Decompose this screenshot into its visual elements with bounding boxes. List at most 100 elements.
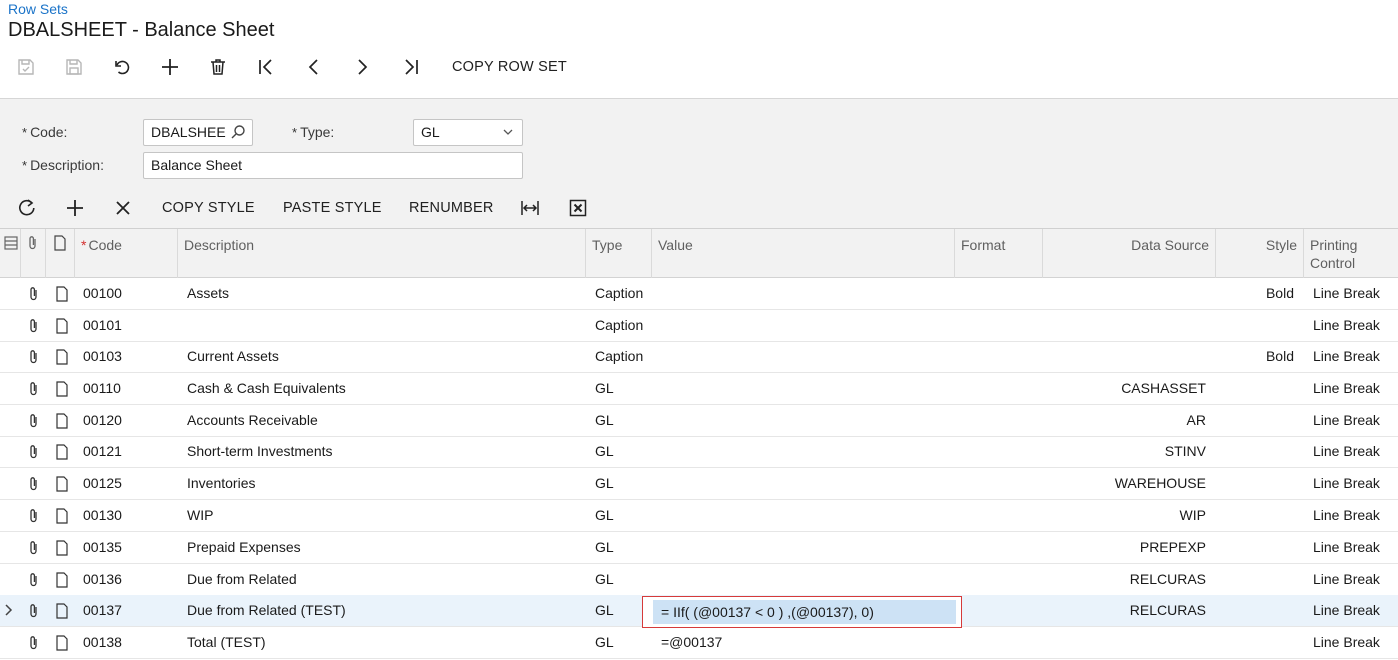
- cell-value[interactable]: [661, 532, 951, 563]
- cell-description[interactable]: Cash & Cash Equivalents: [187, 373, 582, 404]
- save-close-icon[interactable]: [9, 52, 43, 82]
- cell-style[interactable]: [1216, 436, 1294, 467]
- note-icon[interactable]: [55, 508, 69, 524]
- note-icon[interactable]: [55, 413, 69, 429]
- previous-record-icon[interactable]: [297, 52, 331, 82]
- cell-data-source[interactable]: [1043, 341, 1206, 372]
- delete-icon[interactable]: [201, 52, 235, 82]
- cell-code[interactable]: 00103: [83, 341, 173, 372]
- cell-description[interactable]: WIP: [187, 500, 582, 531]
- cell-format[interactable]: [963, 627, 1039, 658]
- next-record-icon[interactable]: [345, 52, 379, 82]
- cell-description[interactable]: Inventories: [187, 468, 582, 499]
- cell-data-source[interactable]: STINV: [1043, 436, 1206, 467]
- note-icon[interactable]: [55, 635, 69, 651]
- cell-description[interactable]: Total (TEST): [187, 627, 582, 658]
- add-row-icon[interactable]: [58, 193, 92, 223]
- type-column-header[interactable]: Type: [586, 229, 652, 278]
- cell-type[interactable]: Caption: [595, 278, 650, 309]
- cell-format[interactable]: [963, 468, 1039, 499]
- table-row[interactable]: 00103 Current Assets Caption Bold Line Break: [0, 341, 1398, 373]
- table-row[interactable]: 00138 Total (TEST) GL =@00137 Line Break: [0, 627, 1398, 659]
- table-row[interactable]: 00101 Caption Line Break: [0, 310, 1398, 342]
- description-column-header[interactable]: Description: [178, 229, 586, 278]
- breadcrumb-row-sets[interactable]: Row Sets: [8, 1, 68, 17]
- cell-format[interactable]: [963, 341, 1039, 372]
- cell-code[interactable]: 00121: [83, 436, 173, 467]
- cell-format[interactable]: [963, 595, 1039, 626]
- cell-printing[interactable]: Line Break: [1313, 500, 1397, 531]
- cell-type[interactable]: Caption: [595, 310, 650, 341]
- cell-format[interactable]: [963, 500, 1039, 531]
- note-icon[interactable]: [55, 381, 69, 397]
- paperclip-icon[interactable]: [27, 572, 41, 588]
- cell-data-source[interactable]: PREPEXP: [1043, 532, 1206, 563]
- cell-description[interactable]: Assets: [187, 278, 582, 309]
- cell-code[interactable]: 00135: [83, 532, 173, 563]
- refresh-icon[interactable]: [10, 193, 44, 223]
- paperclip-icon[interactable]: [27, 476, 41, 492]
- cell-type[interactable]: GL: [595, 627, 650, 658]
- cell-value[interactable]: [661, 341, 951, 372]
- cell-style[interactable]: [1216, 500, 1294, 531]
- cell-value[interactable]: [661, 564, 951, 595]
- table-row[interactable]: 00135 Prepaid Expenses GL PREPEXP Line Break: [0, 532, 1398, 564]
- cell-printing[interactable]: Line Break: [1313, 436, 1397, 467]
- table-settings-icon[interactable]: [4, 235, 18, 251]
- code-column-header[interactable]: * Code: [75, 229, 178, 278]
- copy-row-set-button[interactable]: COPY ROW SET: [452, 52, 567, 82]
- cell-code[interactable]: 00136: [83, 564, 173, 595]
- paperclip-icon[interactable]: [27, 318, 41, 334]
- paperclip-icon[interactable]: [27, 413, 41, 429]
- note-icon[interactable]: [55, 349, 69, 365]
- table-row[interactable]: 00130 WIP GL WIP Line Break: [0, 500, 1398, 532]
- table-row[interactable]: 00120 Accounts Receivable GL AR Line Break: [0, 405, 1398, 437]
- cell-style[interactable]: [1216, 468, 1294, 499]
- note-icon[interactable]: [55, 476, 69, 492]
- paste-style-button[interactable]: PASTE STYLE: [283, 193, 382, 223]
- cell-code[interactable]: 00100: [83, 278, 173, 309]
- table-row[interactable]: 00110 Cash & Cash Equivalents GL CASHASSET L…: [0, 373, 1398, 405]
- paperclip-icon[interactable]: [27, 540, 41, 556]
- cell-code[interactable]: 00110: [83, 373, 173, 404]
- renumber-button[interactable]: RENUMBER: [409, 193, 494, 223]
- table-row[interactable]: 00125 Inventories GL WAREHOUSE Line Break: [0, 468, 1398, 500]
- cell-style[interactable]: Bold: [1216, 278, 1294, 309]
- table-row[interactable]: 00136 Due from Related GL RELCURAS Line Brea…: [0, 564, 1398, 596]
- paperclip-icon[interactable]: [27, 603, 41, 619]
- cell-printing[interactable]: Line Break: [1313, 532, 1397, 563]
- cell-printing[interactable]: Line Break: [1313, 373, 1397, 404]
- save-icon[interactable]: [57, 52, 91, 82]
- cell-value[interactable]: [661, 405, 951, 436]
- copy-style-button[interactable]: COPY STYLE: [162, 193, 255, 223]
- note-icon[interactable]: [55, 603, 69, 619]
- cell-printing[interactable]: Line Break: [1313, 310, 1397, 341]
- cell-printing[interactable]: Line Break: [1313, 564, 1397, 595]
- cell-description[interactable]: Current Assets: [187, 341, 582, 372]
- cell-data-source[interactable]: RELCURAS: [1043, 564, 1206, 595]
- delete-row-icon[interactable]: [106, 193, 140, 223]
- cell-style[interactable]: [1216, 532, 1294, 563]
- format-column-header[interactable]: Format: [955, 229, 1043, 278]
- cell-type[interactable]: GL: [595, 373, 650, 404]
- cell-printing[interactable]: Line Break: [1313, 468, 1397, 499]
- cell-code[interactable]: 00138: [83, 627, 173, 658]
- cell-data-source[interactable]: AR: [1043, 405, 1206, 436]
- cell-format[interactable]: [963, 436, 1039, 467]
- cell-format[interactable]: [963, 564, 1039, 595]
- cell-description[interactable]: Due from Related (TEST): [187, 595, 582, 626]
- cell-printing[interactable]: Line Break: [1313, 341, 1397, 372]
- cell-style[interactable]: [1216, 405, 1294, 436]
- cell-value[interactable]: [661, 500, 951, 531]
- cell-style[interactable]: [1216, 310, 1294, 341]
- cell-style[interactable]: [1216, 595, 1294, 626]
- cell-data-source[interactable]: WIP: [1043, 500, 1206, 531]
- cell-code[interactable]: 00101: [83, 310, 173, 341]
- cell-style[interactable]: Bold: [1216, 341, 1294, 372]
- cell-code[interactable]: 00125: [83, 468, 173, 499]
- cell-printing[interactable]: Line Break: [1313, 278, 1397, 309]
- description-input[interactable]: Balance Sheet: [143, 152, 523, 179]
- fit-columns-icon[interactable]: [513, 193, 547, 223]
- cell-type[interactable]: GL: [595, 500, 650, 531]
- cell-description[interactable]: [187, 310, 582, 341]
